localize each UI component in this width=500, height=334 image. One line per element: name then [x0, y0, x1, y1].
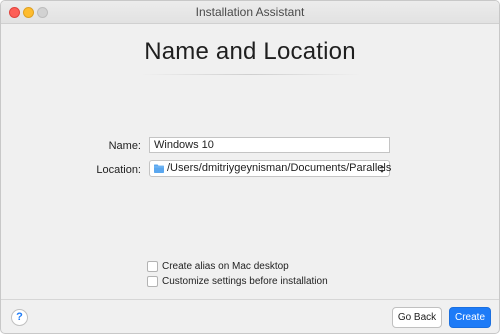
- name-input[interactable]: [149, 137, 390, 153]
- help-button[interactable]: ?: [11, 309, 28, 326]
- customize-settings-checkbox[interactable]: [147, 276, 158, 287]
- page-heading: Name and Location: [144, 38, 356, 65]
- heading-divider: [141, 74, 361, 75]
- updown-chevron-icon: [379, 165, 385, 173]
- folder-icon: [154, 164, 164, 173]
- location-label: Location:: [96, 164, 141, 176]
- customize-settings-label: Customize settings before installation: [162, 276, 328, 287]
- name-label: Name:: [108, 140, 141, 152]
- go-back-button[interactable]: Go Back: [392, 307, 442, 328]
- window-title: Installation Assistant: [195, 5, 305, 19]
- location-path: /Users/dmitriygeynisman/Documents/Parall…: [167, 162, 392, 174]
- create-alias-checkbox[interactable]: [147, 261, 158, 272]
- location-popup-button[interactable]: /Users/dmitriygeynisman/Documents/Parall…: [149, 160, 392, 177]
- footer-divider: [1, 299, 499, 300]
- installation-assistant-window: Installation Assistant Name and Location…: [0, 0, 500, 334]
- create-button[interactable]: Create: [449, 307, 491, 328]
- title-bar[interactable]: Installation Assistant: [1, 1, 499, 24]
- create-alias-label: Create alias on Mac desktop: [162, 261, 289, 272]
